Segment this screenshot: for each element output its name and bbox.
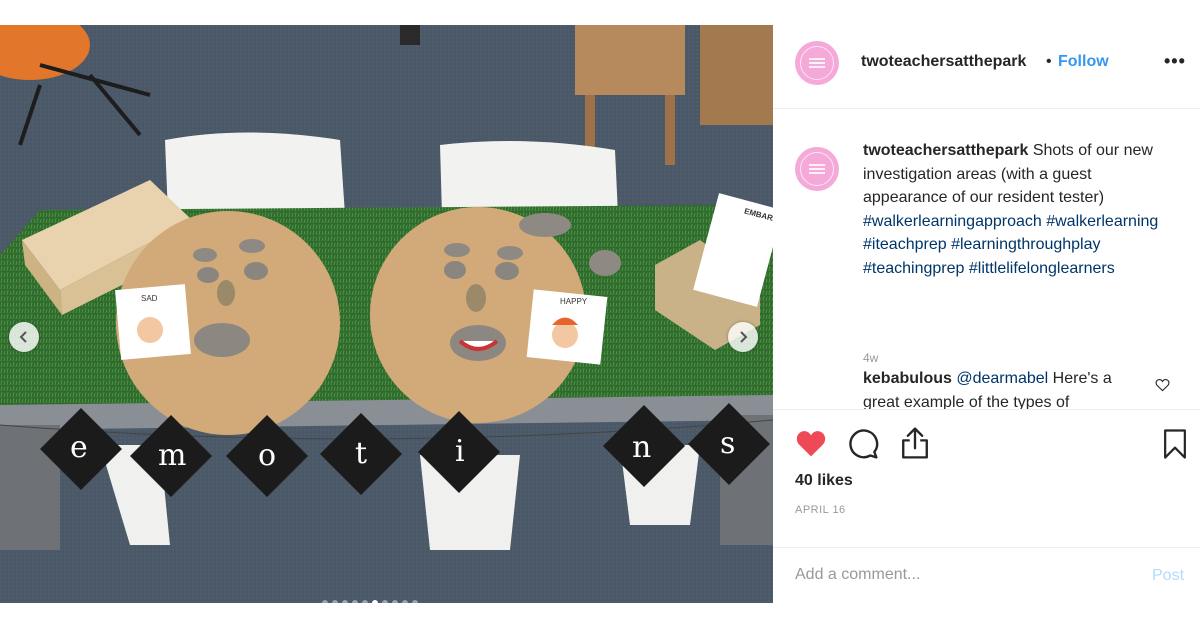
banner-letter: e [70,430,88,465]
banner-letter: i [455,434,465,469]
post-header: twoteachersatthepark • Follow ••• [773,25,1200,109]
comment-input[interactable] [795,566,1095,584]
comment-username[interactable]: kebabulous [863,370,952,387]
avatar[interactable] [795,147,839,191]
slide-dot [322,600,328,603]
banner-letter: m [158,438,186,473]
slide-dot [332,600,338,603]
slide-dot [402,600,408,603]
likes-count[interactable]: 40 likes [795,472,853,490]
previous-slide-button[interactable] [9,322,39,352]
post-comment-button[interactable]: Post [1152,567,1184,585]
bookmark-icon[interactable] [1162,428,1188,460]
happy-card-label: HAPPY [560,297,588,306]
username-link[interactable]: twoteachersatthepark [861,53,1026,71]
post-actions: 40 likes APRIL 16 Post [773,409,1200,603]
sad-card-label: SAD [141,294,158,303]
separator: • [1046,53,1052,70]
slide-dot [352,600,358,603]
follow-button[interactable]: Follow [1058,53,1109,71]
comments-list[interactable]: twoteachersatthepark Shots of our new in… [773,109,1200,409]
slide-indicator [322,600,418,603]
post-photo[interactable]: SAD HAPPY EMBARR BORED e m o t i n s [0,25,773,603]
slide-dot [412,600,418,603]
banner-letter: o [258,438,276,473]
banner-letter: n [632,430,651,465]
chevron-right-icon [740,331,748,343]
share-icon[interactable] [899,426,931,460]
classroom-photo: SAD HAPPY EMBARR BORED e m o t i n s [0,25,773,603]
slide-dot [362,600,368,603]
add-comment-box: Post [773,547,1200,604]
comment-icon[interactable] [847,428,879,460]
caption-timestamp[interactable]: 4w [863,351,878,365]
chevron-left-icon [19,331,27,343]
post-details-panel: twoteachersatthepark • Follow ••• twotea… [773,25,1200,603]
comment-text-block: kebabulous @dearmabel Here's a great exa… [863,367,1143,409]
post-date[interactable]: APRIL 16 [795,504,846,516]
next-slide-button[interactable] [728,322,758,352]
slide-dot [392,600,398,603]
comment-mention[interactable]: @dearmabel [956,370,1048,387]
slide-dot [372,600,378,603]
banner-letter: t [355,436,367,471]
caption-hashtags[interactable]: #walkerlearningapproach #walkerlearning … [863,213,1158,277]
banner-letter: s [720,426,735,461]
heart-icon[interactable] [795,428,827,458]
like-comment-heart-icon[interactable] [1155,378,1170,392]
caption-username[interactable]: twoteachersatthepark [863,142,1028,159]
slide-dot [342,600,348,603]
slide-dot [382,600,388,603]
avatar[interactable] [795,41,839,85]
more-options-button[interactable]: ••• [1164,51,1186,72]
caption-text-block: twoteachersatthepark Shots of our new in… [863,139,1168,280]
